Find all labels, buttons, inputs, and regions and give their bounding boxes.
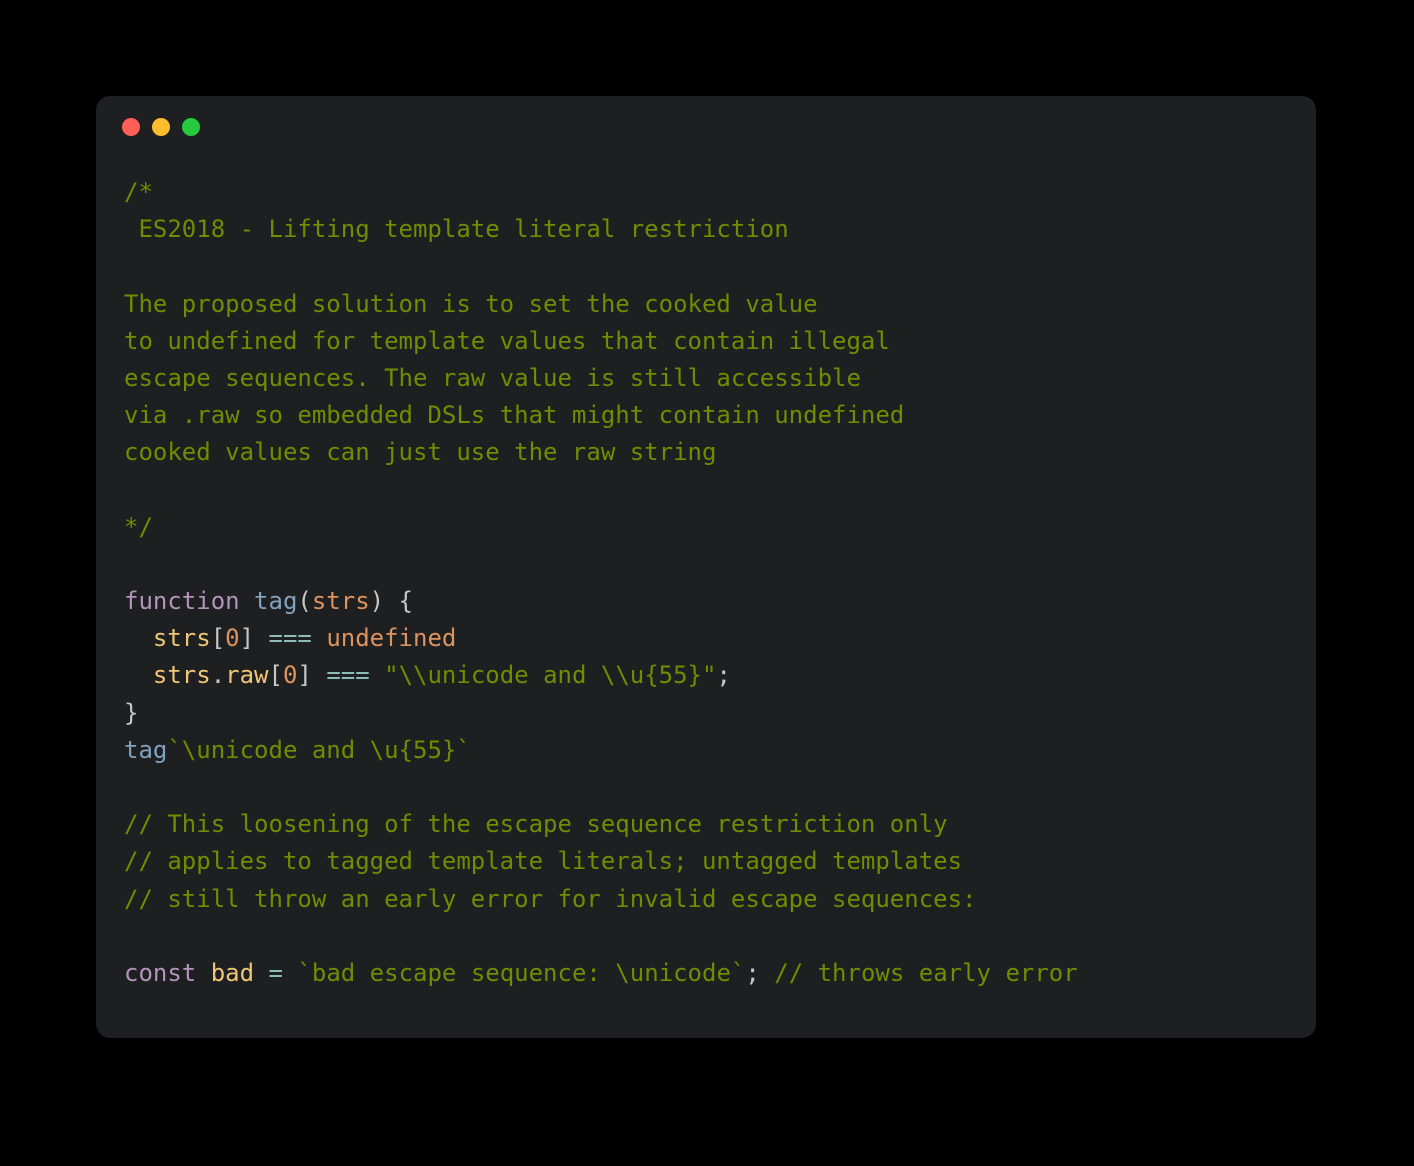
brace-close: } bbox=[124, 699, 138, 727]
brace-open: { bbox=[384, 587, 413, 615]
code-window: /* ES2018 - Lifting template literal res… bbox=[96, 96, 1316, 1038]
param-strs: strs bbox=[312, 587, 370, 615]
traffic-light-zoom-icon[interactable] bbox=[182, 118, 200, 136]
line-comment-3: // still throw an early error for invali… bbox=[124, 885, 977, 913]
bracket-close-1: ] bbox=[240, 624, 254, 652]
semicolon-2: ; bbox=[745, 959, 759, 987]
bracket-open-1: [ bbox=[211, 624, 225, 652]
traffic-light-close-icon[interactable] bbox=[122, 118, 140, 136]
op-strict-eq-2: === bbox=[312, 661, 384, 689]
trailing-comment: // throws early error bbox=[760, 959, 1078, 987]
line-comment-1: // This loosening of the escape sequence… bbox=[124, 810, 948, 838]
prop-raw: raw bbox=[225, 661, 268, 689]
number-0-b: 0 bbox=[283, 661, 297, 689]
window-titlebar bbox=[96, 96, 1316, 144]
indent bbox=[124, 661, 153, 689]
function-name-tag: tag bbox=[254, 587, 297, 615]
template-literal-call: `\unicode and \u{55}` bbox=[167, 736, 470, 764]
semicolon-1: ; bbox=[716, 661, 730, 689]
keyword-function: function bbox=[124, 587, 240, 615]
paren-open: ( bbox=[297, 587, 311, 615]
line-comment-2: // applies to tagged template literals; … bbox=[124, 847, 962, 875]
op-assign: = bbox=[254, 959, 297, 987]
string-raw-unicode: "\\unicode and \\u{55}" bbox=[384, 661, 716, 689]
bracket-open-2: [ bbox=[269, 661, 283, 689]
block-comment: /* ES2018 - Lifting template literal res… bbox=[124, 178, 904, 541]
template-literal-bad: `bad escape sequence: \unicode` bbox=[297, 959, 745, 987]
ident-strs-1: strs bbox=[153, 624, 211, 652]
dot: . bbox=[211, 661, 225, 689]
paren-close: ) bbox=[370, 587, 384, 615]
op-strict-eq-1: === bbox=[254, 624, 326, 652]
call-tag: tag bbox=[124, 736, 167, 764]
traffic-light-minimize-icon[interactable] bbox=[152, 118, 170, 136]
bracket-close-2: ] bbox=[297, 661, 311, 689]
undefined-literal: undefined bbox=[326, 624, 456, 652]
ident-strs-2: strs bbox=[153, 661, 211, 689]
ident-bad: bad bbox=[211, 959, 254, 987]
keyword-const: const bbox=[124, 959, 196, 987]
number-0-a: 0 bbox=[225, 624, 239, 652]
indent bbox=[124, 624, 153, 652]
code-block: /* ES2018 - Lifting template literal res… bbox=[96, 144, 1316, 1002]
